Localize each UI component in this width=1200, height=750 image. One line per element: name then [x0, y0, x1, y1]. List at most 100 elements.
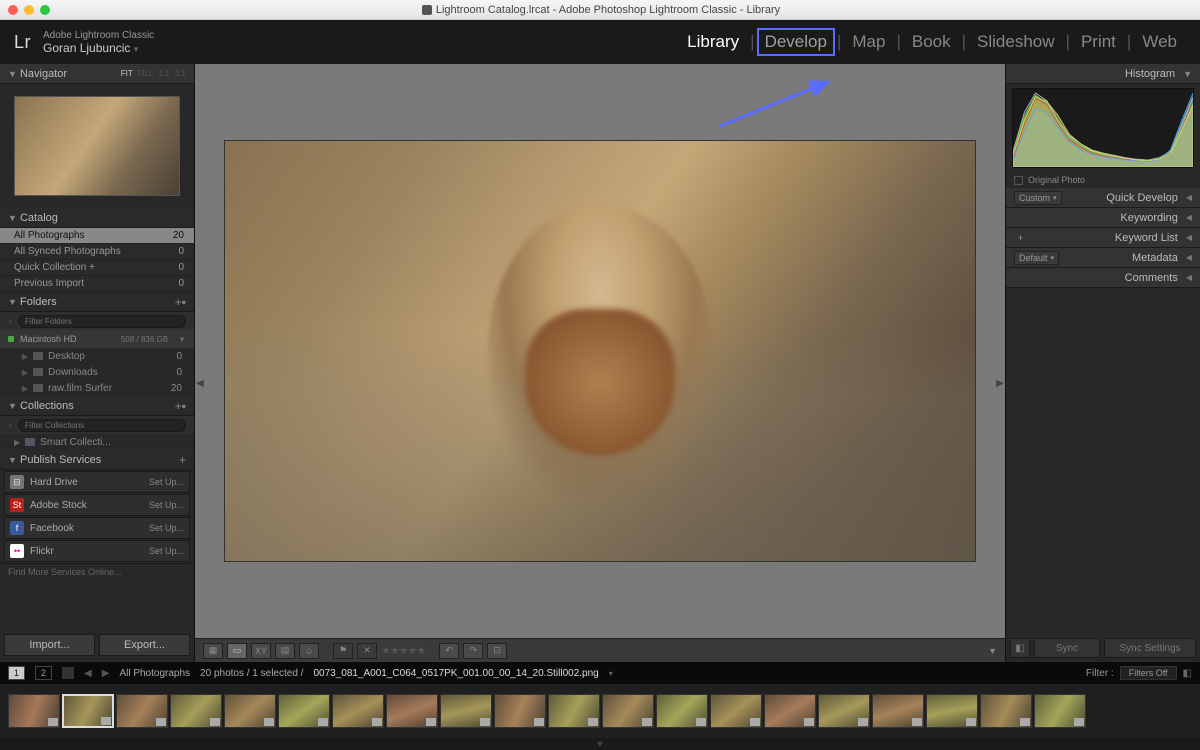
filmstrip-thumb[interactable] [764, 694, 816, 728]
filmstrip-thumb[interactable] [872, 694, 924, 728]
module-develop[interactable]: Develop [757, 28, 835, 56]
folder-filter-input[interactable] [18, 315, 186, 328]
filmstrip[interactable] [0, 684, 1200, 738]
chevron-down-icon[interactable]: ▼ [178, 335, 186, 344]
catalog-row[interactable]: All Synced Photographs0 [0, 244, 194, 260]
grid-view-button[interactable]: ▦ [203, 643, 223, 659]
navigator-thumbnail[interactable] [14, 96, 180, 196]
panel-keywording[interactable]: Keywording◀ [1006, 208, 1200, 228]
collection-item[interactable]: ▶ Smart Collecti... [0, 434, 194, 450]
add-collection-icon[interactable]: +▪ [175, 399, 186, 413]
publish-service-flickr[interactable]: ••FlickrSet Up... [4, 540, 190, 562]
filmstrip-thumb[interactable] [818, 694, 870, 728]
collections-header[interactable]: ▼ Collections +▪ [0, 396, 194, 416]
catalog-header[interactable]: ▼ Catalog [0, 208, 194, 228]
impromptu-slideshow-button[interactable]: ⊡ [487, 643, 507, 659]
filename-label[interactable]: 0073_081_A001_C064_0517PK_001.00_00_14_2… [313, 668, 598, 679]
filmstrip-thumb[interactable] [440, 694, 492, 728]
folder-row[interactable]: ▶raw.film Surfer20 [0, 380, 194, 396]
publish-service-facebook[interactable]: fFacebookSet Up... [4, 517, 190, 539]
filmstrip-thumb[interactable] [710, 694, 762, 728]
source-label[interactable]: All Photographs [119, 668, 190, 679]
filmstrip-thumb[interactable] [980, 694, 1032, 728]
filmstrip-thumb[interactable] [548, 694, 600, 728]
zoom-fit[interactable]: FIT [121, 69, 133, 78]
publish-service-adobe-stock[interactable]: StAdobe StockSet Up... [4, 494, 190, 516]
rotate-ccw-button[interactable]: ↶ [439, 643, 459, 659]
filmstrip-thumb[interactable] [170, 694, 222, 728]
catalog-row[interactable]: All Photographs20 [0, 228, 194, 244]
zoom-1:1[interactable]: 1:1 [159, 69, 170, 78]
rotate-cw-button[interactable]: ↷ [463, 643, 483, 659]
setup-link[interactable]: Set Up... [149, 523, 184, 533]
survey-view-button[interactable]: ▤ [275, 643, 295, 659]
module-web[interactable]: Web [1133, 29, 1186, 55]
catalog-row[interactable]: Quick Collection +0 [0, 260, 194, 276]
flag-pick-button[interactable]: ⚑ [333, 643, 353, 659]
filmstrip-thumb[interactable] [656, 694, 708, 728]
minimize-window-icon[interactable] [24, 5, 34, 15]
filmstrip-thumb[interactable] [8, 694, 60, 728]
add-folder-icon[interactable]: +▪ [175, 295, 186, 309]
filmstrip-thumb[interactable] [224, 694, 276, 728]
filmstrip-thumb[interactable] [602, 694, 654, 728]
volume-row[interactable]: Macintosh HD 508 / 836 GB ▼ [0, 330, 194, 348]
add-icon[interactable]: + [1014, 232, 1027, 244]
zoom-3:1[interactable]: 3:1 [175, 69, 186, 78]
export-button[interactable]: Export... [99, 634, 190, 656]
add-publish-icon[interactable]: + [179, 453, 186, 467]
loupe-view-button[interactable]: ▭ [227, 643, 247, 659]
compare-view-button[interactable]: XY [251, 643, 271, 659]
filmstrip-thumb[interactable] [62, 694, 114, 728]
next-photo-icon[interactable]: ▶ [102, 668, 110, 679]
import-button[interactable]: Import... [4, 634, 95, 656]
panel-keyword-list[interactable]: +Keyword List◀ [1006, 228, 1200, 248]
panel-comments[interactable]: Comments◀ [1006, 268, 1200, 288]
folders-header[interactable]: ▼ Folders +▪ [0, 292, 194, 312]
catalog-row[interactable]: Previous Import0 [0, 276, 194, 292]
filmstrip-thumb[interactable] [332, 694, 384, 728]
collapse-left-panel-icon[interactable]: ◀ [195, 363, 205, 403]
sync-settings-button[interactable]: Sync Settings [1104, 638, 1196, 658]
checkbox-icon[interactable] [1014, 176, 1023, 185]
filmstrip-thumb[interactable] [116, 694, 168, 728]
rating-stars[interactable]: ★★★★★ [381, 644, 425, 657]
main-photo-preview[interactable] [225, 141, 975, 561]
module-slideshow[interactable]: Slideshow [968, 29, 1064, 55]
panel-dropdown[interactable]: Default ▾ [1014, 251, 1059, 265]
panel-dropdown[interactable]: Custom ▾ [1014, 191, 1062, 205]
filmstrip-thumb[interactable] [386, 694, 438, 728]
publish-service-hard-drive[interactable]: ⊟Hard DriveSet Up... [4, 471, 190, 493]
module-map[interactable]: Map [843, 29, 894, 55]
folder-row[interactable]: ▶Desktop0 [0, 348, 194, 364]
sync-toggle-button[interactable]: ◧ [1010, 638, 1030, 658]
module-library[interactable]: Library [678, 29, 748, 55]
collapse-filmstrip-icon[interactable]: ▼ [0, 738, 1200, 750]
display-2-button[interactable]: 2 [35, 666, 52, 680]
filmstrip-thumb[interactable] [1034, 694, 1086, 728]
display-1-button[interactable]: 1 [8, 666, 25, 680]
prev-photo-icon[interactable]: ◀ [84, 668, 92, 679]
collection-filter-input[interactable] [18, 419, 186, 432]
people-view-button[interactable]: ☺ [299, 643, 319, 659]
close-window-icon[interactable] [8, 5, 18, 15]
find-more-services-link[interactable]: Find More Services Online... [0, 563, 194, 580]
zoom-fill[interactable]: FILL [138, 69, 154, 78]
navigator-zoom-options[interactable]: FIT FILL 1:1 3:1 [121, 69, 186, 78]
folder-row[interactable]: ▶Downloads0 [0, 364, 194, 380]
filmstrip-thumb[interactable] [278, 694, 330, 728]
filter-lock-icon[interactable]: ◧ [1183, 668, 1192, 679]
module-print[interactable]: Print [1072, 29, 1125, 55]
zoom-window-icon[interactable] [40, 5, 50, 15]
setup-link[interactable]: Set Up... [149, 477, 184, 487]
navigator-header[interactable]: ▼ Navigator FITFILL1:13:1 [0, 64, 194, 84]
filmstrip-thumb[interactable] [926, 694, 978, 728]
panel-metadata[interactable]: Default ▾Metadata◀ [1006, 248, 1200, 268]
toolbar-menu-icon[interactable]: ▼ [988, 646, 997, 656]
module-book[interactable]: Book [903, 29, 960, 55]
filmstrip-thumb[interactable] [494, 694, 546, 728]
flag-reject-button[interactable]: ✕ [357, 643, 377, 659]
histogram-header[interactable]: Histogram▼ [1006, 64, 1200, 84]
histogram-chart[interactable] [1012, 88, 1194, 168]
grid-size-icon[interactable] [62, 667, 74, 679]
